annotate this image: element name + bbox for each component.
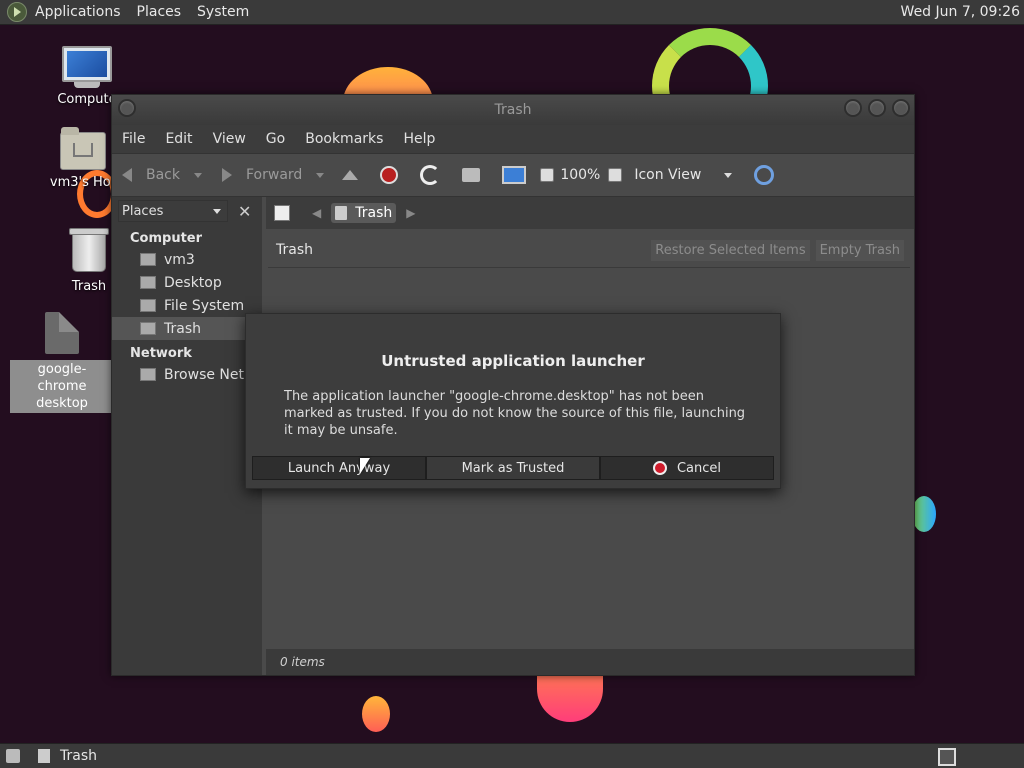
trash-icon bbox=[69, 228, 109, 272]
cancel-button[interactable]: Cancel bbox=[600, 456, 774, 480]
forward-history-dropdown-icon[interactable] bbox=[316, 172, 325, 178]
sidebar-item-trash[interactable]: Trash bbox=[112, 317, 262, 340]
back-label: Back bbox=[146, 167, 180, 183]
untrusted-launcher-dialog: Untrusted application launcher The appli… bbox=[245, 313, 781, 489]
menu-applications[interactable]: Applications bbox=[35, 4, 121, 20]
sidebar-item-browse-network[interactable]: Browse Net… bbox=[112, 363, 262, 386]
zoom-in-icon[interactable] bbox=[608, 168, 623, 182]
sidebar-item-desktop[interactable]: Desktop bbox=[112, 271, 262, 294]
up-arrow-icon[interactable] bbox=[342, 170, 359, 180]
bottom-panel: Trash bbox=[0, 743, 1024, 768]
menu-places[interactable]: Places bbox=[137, 4, 182, 20]
zoom-out-icon[interactable] bbox=[540, 168, 555, 182]
menu-help[interactable]: Help bbox=[403, 131, 435, 147]
home-folder-icon bbox=[140, 253, 156, 266]
taskbar-item-trash[interactable]: Trash bbox=[38, 748, 97, 764]
desktop-icon-label: vm3's Hor bbox=[49, 175, 117, 190]
reload-icon[interactable] bbox=[420, 165, 441, 185]
desktop-icon-home[interactable]: vm3's Hor bbox=[48, 127, 118, 191]
launch-anyway-button[interactable]: Launch Anyway bbox=[252, 456, 426, 480]
edit-location-icon[interactable] bbox=[274, 205, 290, 221]
drive-icon bbox=[140, 299, 156, 312]
computer-icon[interactable] bbox=[502, 166, 527, 184]
back-arrow-icon bbox=[122, 168, 132, 182]
menu-system[interactable]: System bbox=[197, 4, 249, 20]
toolbar: Back Forward 100% Icon View bbox=[112, 153, 914, 197]
menu-bookmarks[interactable]: Bookmarks bbox=[305, 131, 383, 147]
cancel-icon bbox=[652, 461, 667, 475]
close-side-pane-icon[interactable]: ✕ bbox=[238, 202, 251, 221]
info-bar-title: Trash bbox=[276, 242, 313, 258]
home-icon[interactable] bbox=[462, 168, 481, 182]
back-button[interactable]: Back bbox=[122, 167, 180, 183]
stop-icon[interactable] bbox=[380, 166, 399, 184]
section-heading: Computer bbox=[130, 231, 203, 246]
show-desktop-icon[interactable] bbox=[6, 749, 20, 763]
menu-go[interactable]: Go bbox=[266, 131, 285, 147]
file-icon bbox=[45, 312, 79, 354]
desktop-icon-label: google-chrome bbox=[37, 362, 87, 394]
desktop-icon-label: Trash bbox=[71, 279, 107, 294]
menu-edit[interactable]: Edit bbox=[165, 131, 192, 147]
forward-label: Forward bbox=[246, 167, 303, 183]
chevron-down-icon bbox=[213, 208, 221, 214]
breadcrumb-trash[interactable]: Trash bbox=[331, 203, 397, 223]
desktop-folder-icon bbox=[140, 276, 156, 289]
side-pane-type-select[interactable]: Places bbox=[118, 200, 228, 222]
status-bar: 0 items bbox=[266, 649, 914, 675]
chevron-down-icon[interactable] bbox=[724, 172, 733, 178]
item-count: 0 items bbox=[280, 655, 325, 669]
menu-file[interactable]: File bbox=[122, 131, 145, 147]
wallpaper-shape bbox=[912, 496, 936, 532]
search-icon[interactable] bbox=[754, 165, 775, 185]
network-icon bbox=[140, 368, 156, 381]
side-pane: Places ✕ Computer vm3 Desktop File Syste… bbox=[112, 197, 266, 675]
workspace-switcher-icon[interactable] bbox=[938, 748, 956, 766]
trash-icon bbox=[140, 322, 156, 335]
section-heading: Network bbox=[130, 346, 192, 361]
computer-icon bbox=[62, 46, 112, 82]
trash-icon bbox=[335, 206, 348, 220]
chevron-left-icon[interactable]: ◀ bbox=[312, 206, 321, 220]
menu-view[interactable]: View bbox=[213, 131, 246, 147]
zoom-level: 100% bbox=[560, 167, 601, 183]
desktop-icon-chrome-launcher[interactable]: google-chrome desktop bbox=[10, 312, 114, 413]
sidebar-item-vm3[interactable]: vm3 bbox=[112, 248, 262, 271]
menubar: File Edit View Go Bookmarks Help bbox=[112, 125, 914, 153]
distro-logo-icon[interactable] bbox=[7, 2, 27, 22]
home-folder-icon bbox=[60, 127, 106, 170]
trash-info-bar: Trash Restore Selected Items Empty Trash bbox=[268, 233, 910, 268]
mark-as-trusted-button[interactable]: Mark as Trusted bbox=[426, 456, 600, 480]
mouse-cursor-icon bbox=[360, 458, 370, 474]
desktop-icon-label: Compute bbox=[57, 92, 117, 107]
top-panel: Applications Places System Wed Jun 7, 09… bbox=[0, 0, 1024, 25]
window-titlebar[interactable]: Trash bbox=[112, 95, 914, 125]
trash-icon bbox=[38, 749, 50, 763]
wallpaper-shape bbox=[362, 696, 390, 732]
close-icon[interactable] bbox=[892, 99, 910, 117]
maximize-icon[interactable] bbox=[868, 99, 886, 117]
back-history-dropdown-icon[interactable] bbox=[194, 172, 202, 178]
view-mode-select[interactable]: Icon View bbox=[634, 167, 724, 183]
sidebar-item-file-system[interactable]: File System bbox=[112, 294, 262, 317]
forward-button[interactable]: Forward bbox=[218, 167, 302, 183]
chevron-right-icon[interactable]: ▶ bbox=[406, 206, 415, 220]
dialog-title: Untrusted application launcher bbox=[381, 352, 645, 370]
dialog-message: The application launcher "google-chrome.… bbox=[284, 389, 746, 438]
desktop-icon-label: desktop bbox=[36, 396, 88, 411]
empty-trash-button[interactable]: Empty Trash bbox=[815, 239, 904, 261]
forward-arrow-icon bbox=[222, 168, 232, 182]
minimize-icon[interactable] bbox=[844, 99, 862, 117]
restore-selected-button[interactable]: Restore Selected Items bbox=[651, 239, 810, 261]
window-title: Trash bbox=[494, 102, 532, 118]
location-bar: ◀ Trash ▶ bbox=[266, 197, 914, 229]
clock[interactable]: Wed Jun 7, 09:26 bbox=[901, 4, 1020, 20]
